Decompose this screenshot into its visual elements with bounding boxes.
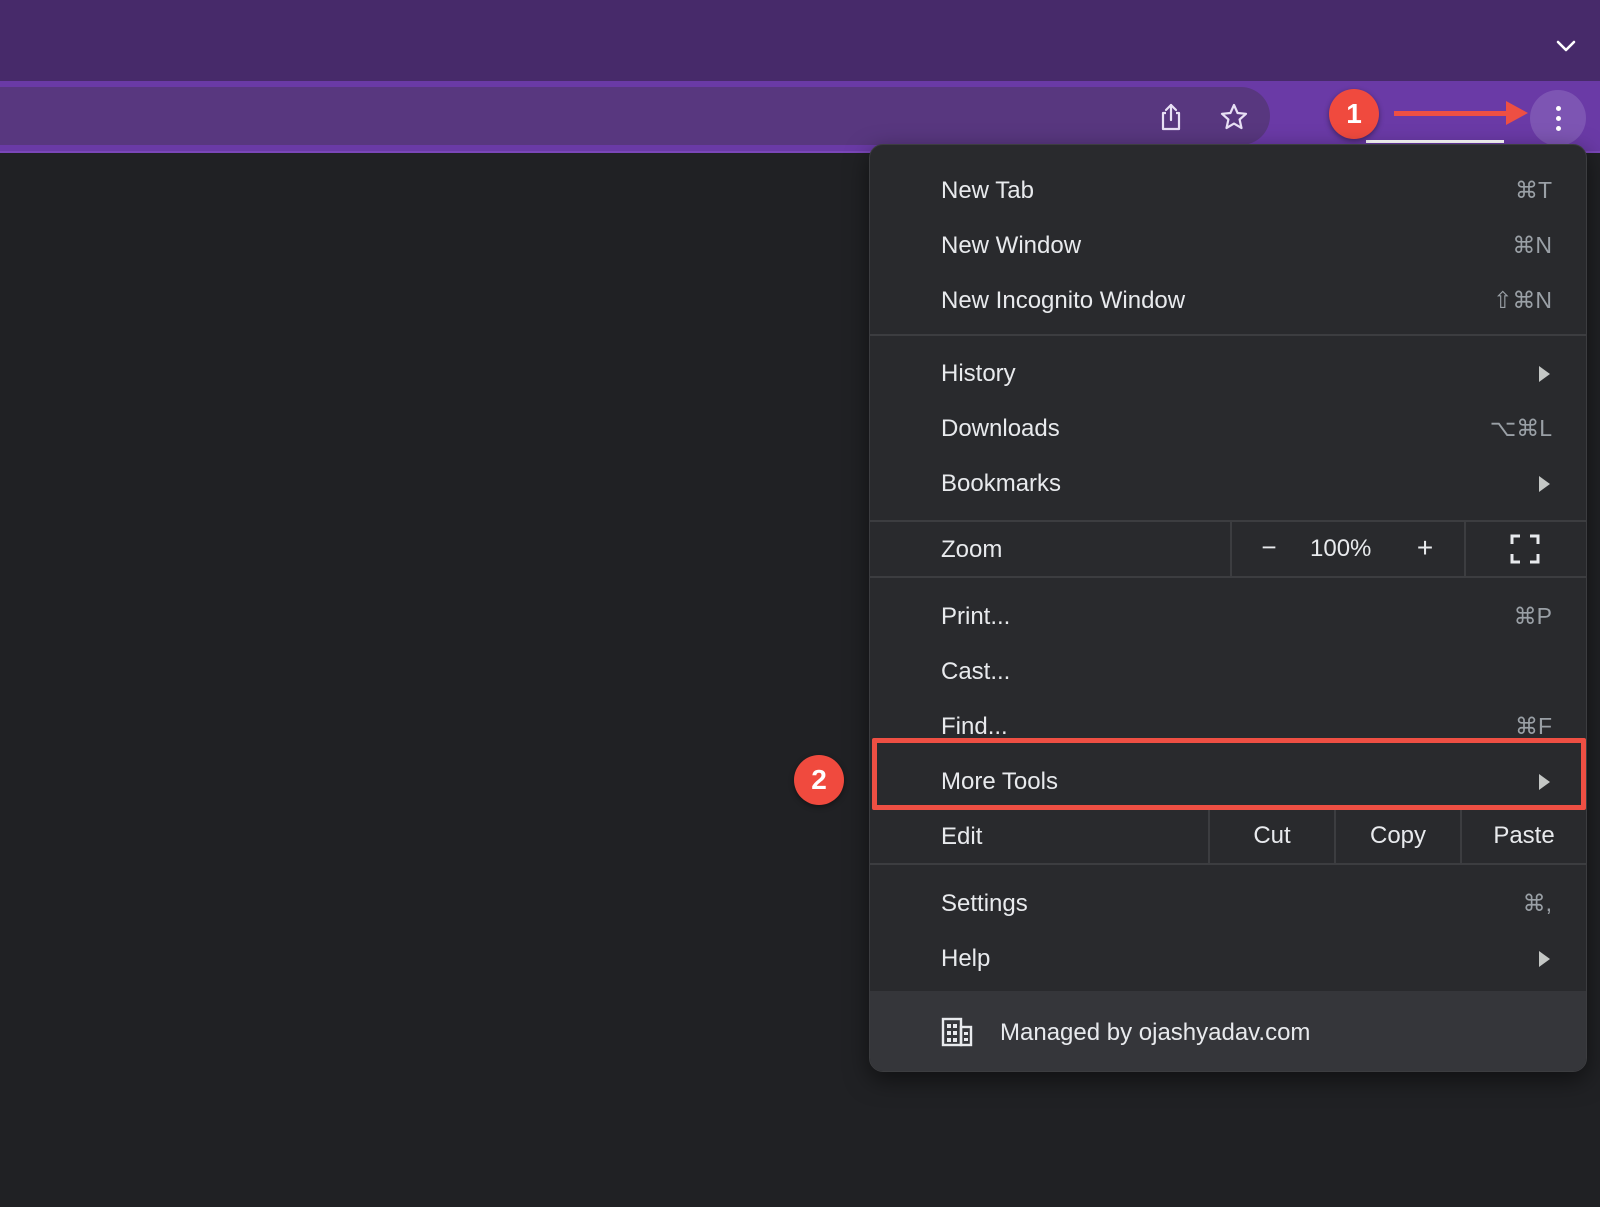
menu-item-label: Bookmarks <box>941 469 1062 497</box>
menu-item-help[interactable]: Help <box>870 931 1586 986</box>
menu-item-label: Settings <box>941 889 1028 917</box>
submenu-arrow-icon <box>1539 950 1550 967</box>
menu-item-print[interactable]: Print... ⌘P <box>870 589 1586 644</box>
zoom-label: Zoom <box>941 536 1003 563</box>
annotation-arrow-line <box>1394 111 1514 116</box>
managed-by-footer[interactable]: Managed by ojashyadav.com <box>870 991 1586 1071</box>
building-icon <box>941 1017 973 1047</box>
menu-item-label: New Window <box>941 231 1082 259</box>
menu-item-new-incognito-window[interactable]: New Incognito Window ⇧⌘N <box>870 273 1586 328</box>
menu-item-downloads[interactable]: Downloads ⌥⌘L <box>870 401 1586 456</box>
share-button[interactable] <box>1156 102 1186 132</box>
tab-search-button[interactable] <box>1554 34 1578 58</box>
managed-by-text: Managed by ojashyadav.com <box>1000 1019 1311 1046</box>
copy-button[interactable]: Copy <box>1334 809 1460 863</box>
menu-item-bookmarks[interactable]: Bookmarks <box>870 456 1586 511</box>
menu-item-label: Downloads <box>941 414 1060 442</box>
menu-item-cast[interactable]: Cast... <box>870 644 1586 699</box>
submenu-arrow-icon <box>1539 365 1550 382</box>
chevron-down-icon <box>1556 40 1576 52</box>
paste-button[interactable]: Paste <box>1460 809 1586 863</box>
annotation-badge-1: 1 <box>1329 89 1379 139</box>
menu-item-label: Print... <box>941 602 1011 630</box>
zoom-in-button[interactable]: + <box>1410 532 1440 564</box>
menu-item-shortcut: ⌘, <box>1522 890 1552 916</box>
menu-item-shortcut: ⌘F <box>1514 713 1552 739</box>
zoom-out-button[interactable]: − <box>1254 532 1284 564</box>
star-icon <box>1220 103 1248 130</box>
chrome-main-menu: New Tab ⌘T New Window ⌘N New Incognito W… <box>869 144 1587 1072</box>
toolbar-indicator <box>1366 140 1504 143</box>
submenu-arrow-icon <box>1539 475 1550 492</box>
menu-item-label: Cast... <box>941 657 1011 685</box>
zoom-controls: − 100% + <box>1230 522 1466 576</box>
zoom-row: Zoom − 100% + <box>870 520 1586 578</box>
annotation-badge-2: 2 <box>794 755 844 805</box>
menu-item-shortcut: ⇧⌘N <box>1493 287 1552 313</box>
annotation-arrow-head <box>1506 101 1528 125</box>
edit-row: Edit Cut Copy Paste <box>870 809 1586 865</box>
menu-item-label: New Incognito Window <box>941 286 1186 314</box>
tab-strip <box>0 0 1600 81</box>
menu-item-history[interactable]: History <box>870 346 1586 401</box>
share-icon <box>1161 103 1181 131</box>
annotation-highlight-more-tools <box>872 738 1586 810</box>
fullscreen-icon <box>1510 534 1540 564</box>
zoom-level: 100% <box>1310 535 1372 562</box>
menu-item-label: Help <box>941 944 991 972</box>
kebab-menu-icon[interactable] <box>1530 90 1586 146</box>
menu-item-settings[interactable]: Settings ⌘, <box>870 876 1586 931</box>
menu-item-new-tab[interactable]: New Tab ⌘T <box>870 163 1586 218</box>
fullscreen-button[interactable] <box>1510 534 1540 564</box>
cut-button[interactable]: Cut <box>1208 809 1334 863</box>
menu-item-label: New Tab <box>941 176 1034 204</box>
bookmark-star-button[interactable] <box>1219 102 1249 132</box>
edit-label: Edit <box>941 823 983 850</box>
address-bar[interactable] <box>0 87 1270 145</box>
menu-item-label: Find... <box>941 712 1008 740</box>
menu-item-shortcut: ⌥⌘L <box>1489 415 1552 441</box>
menu-item-label: History <box>941 359 1016 387</box>
menu-divider <box>870 334 1586 336</box>
menu-item-shortcut: ⌘N <box>1512 232 1552 258</box>
menu-item-shortcut: ⌘T <box>1514 177 1552 203</box>
menu-item-new-window[interactable]: New Window ⌘N <box>870 218 1586 273</box>
menu-item-shortcut: ⌘P <box>1513 603 1552 629</box>
